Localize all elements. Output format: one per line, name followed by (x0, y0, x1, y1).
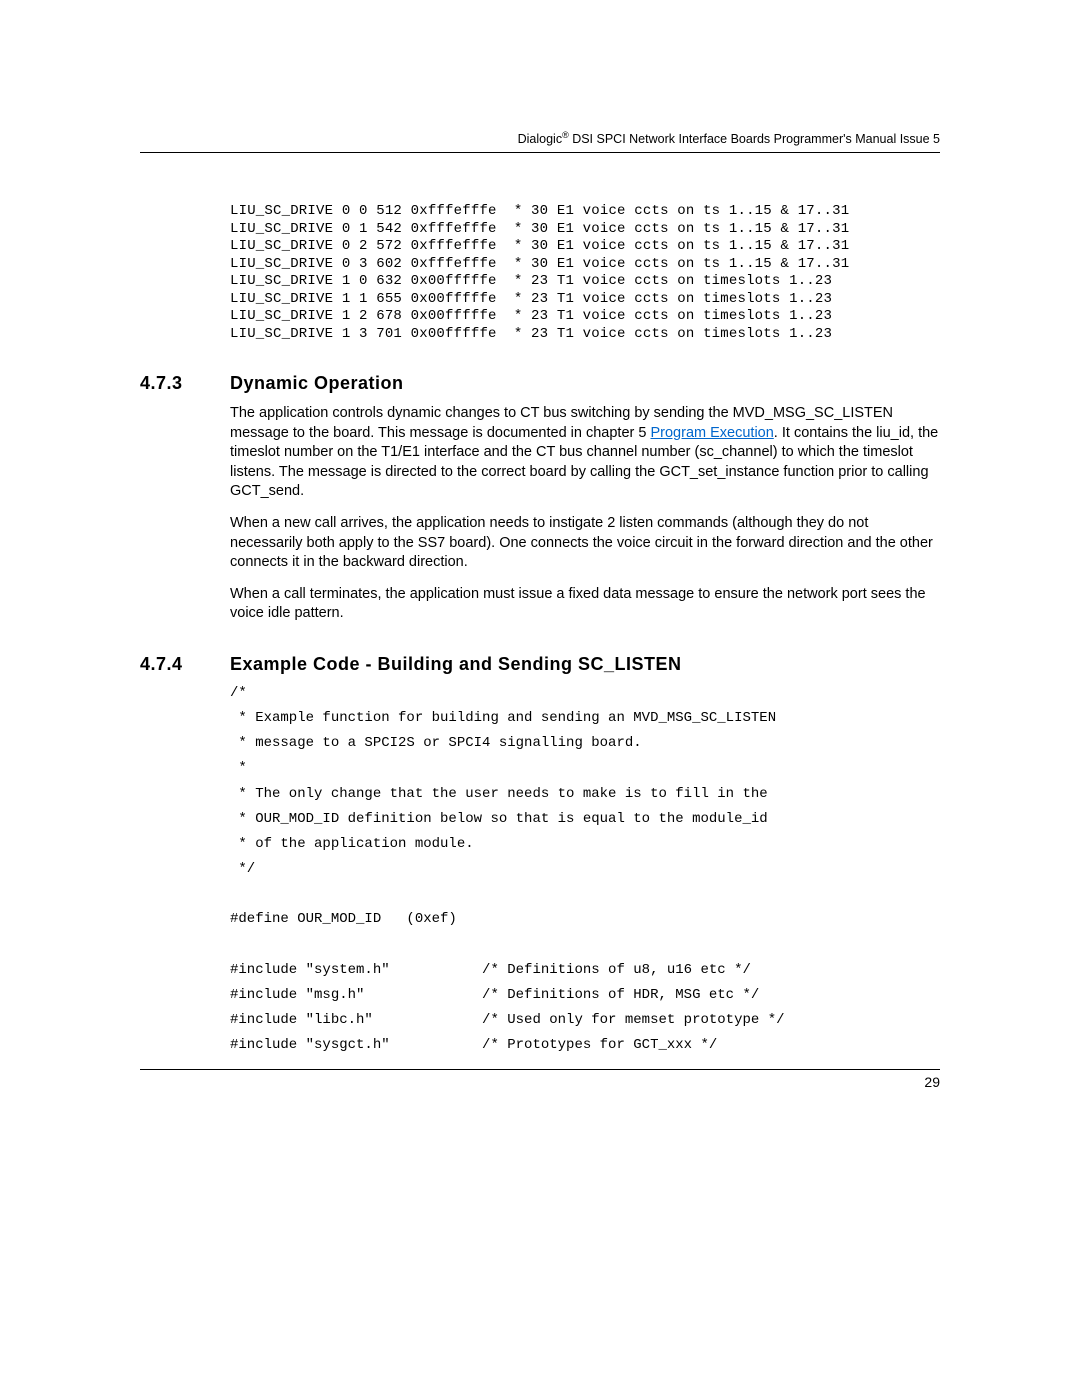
header-sup: ® (562, 130, 569, 140)
paragraph: The application controls dynamic changes… (230, 404, 940, 502)
section-4-7-3-body: The application controls dynamic changes… (230, 404, 940, 624)
code-block-1-wrap: LIU_SC_DRIVE 0 0 512 0xfffefffe * 30 E1 … (230, 203, 940, 343)
section-title: Example Code - Building and Sending SC_L… (230, 654, 682, 675)
running-header: Dialogic® DSI SPCI Network Interface Boa… (140, 130, 940, 152)
header-rest: DSI SPCI Network Interface Boards Progra… (569, 132, 940, 146)
section-4-7-4-body: /* * Example function for building and s… (230, 681, 940, 1059)
section-4-7-4-heading: 4.7.4 Example Code - Building and Sendin… (140, 654, 940, 675)
footer-rule (140, 1069, 940, 1070)
paragraph: When a new call arrives, the application… (230, 514, 940, 573)
program-execution-link[interactable]: Program Execution (650, 425, 773, 441)
header-prefix: Dialogic (518, 132, 562, 146)
page-number: 29 (140, 1074, 940, 1090)
header-rule (140, 152, 940, 153)
example-code-block: /* * Example function for building and s… (230, 681, 940, 1059)
section-number: 4.7.3 (140, 373, 230, 394)
section-number: 4.7.4 (140, 654, 230, 675)
config-code-block: LIU_SC_DRIVE 0 0 512 0xfffefffe * 30 E1 … (230, 203, 940, 343)
section-title: Dynamic Operation (230, 373, 404, 394)
paragraph: When a call terminates, the application … (230, 585, 940, 624)
section-4-7-3-heading: 4.7.3 Dynamic Operation (140, 373, 940, 394)
page: Dialogic® DSI SPCI Network Interface Boa… (0, 0, 1080, 1150)
